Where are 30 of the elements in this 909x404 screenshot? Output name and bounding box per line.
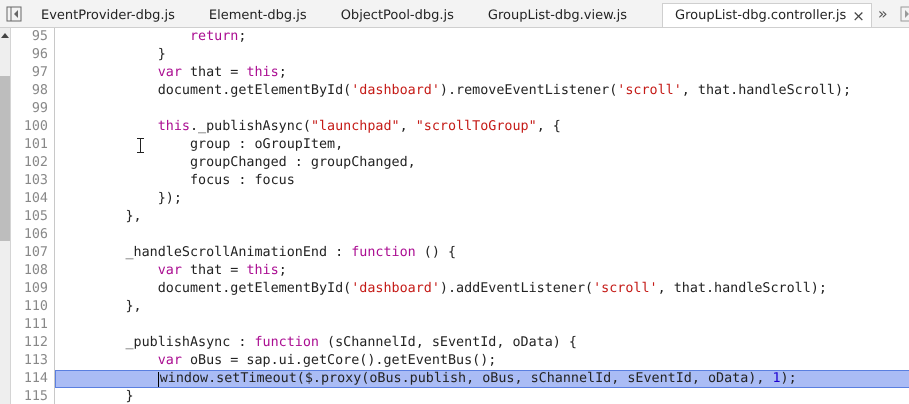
file-tab[interactable]: EventProvider-dbg.js [28, 3, 182, 27]
code-line: document.getElementById('dashboard').removeEventListener('scroll', that.handleScroll); [158, 83, 852, 99]
overflow-tabs-button[interactable]: » [872, 0, 894, 27]
code-line: return; [190, 29, 246, 45]
code-line: _publishAsync : function (sChannelId, sEventId, oData) { [126, 335, 577, 351]
scrollbar-thumb[interactable] [0, 76, 10, 241]
code-line: focus : focus [190, 173, 295, 189]
text-cursor-icon [137, 138, 144, 153]
file-tab[interactable]: GroupList-dbg.view.js [474, 3, 634, 27]
code-line: var that = this; [158, 65, 287, 81]
scrollbar[interactable] [0, 28, 11, 404]
code-line: }); [158, 191, 182, 207]
code-line: window.setTimeout($.proxy(oBus.publish, oBus, sChannelId, sEventId, oData), 1); [160, 371, 797, 387]
code-line: this._publishAsync("launchpad", "scrollToGroup", { [158, 119, 561, 135]
code-line: var oBus = sap.ui.getCore().getEventBus(); [158, 353, 496, 369]
code-line: document.getElementById('dashboard').addEventListener('scroll', that.handleScroll); [158, 281, 827, 297]
file-tab[interactable]: ObjectPool-dbg.js [328, 3, 461, 27]
close-icon[interactable]: × [852, 6, 865, 24]
code-line: }, [126, 299, 142, 315]
scroll-up-icon[interactable] [1, 32, 9, 38]
code-line: }, [126, 209, 142, 225]
file-tab[interactable]: GroupList-dbg.controller.js × [662, 3, 872, 27]
code-line: } [126, 389, 134, 404]
code-line: } [158, 47, 166, 63]
code-line: groupChanged : groupChanged, [190, 155, 416, 171]
code-line: group : oGroupItem, [190, 137, 344, 153]
code-line: _handleScrollAnimationEnd : function () { [126, 245, 456, 261]
text-caret [158, 372, 159, 386]
code-line: var that = this; [158, 263, 287, 279]
file-tab[interactable]: Element-dbg.js [196, 3, 314, 27]
